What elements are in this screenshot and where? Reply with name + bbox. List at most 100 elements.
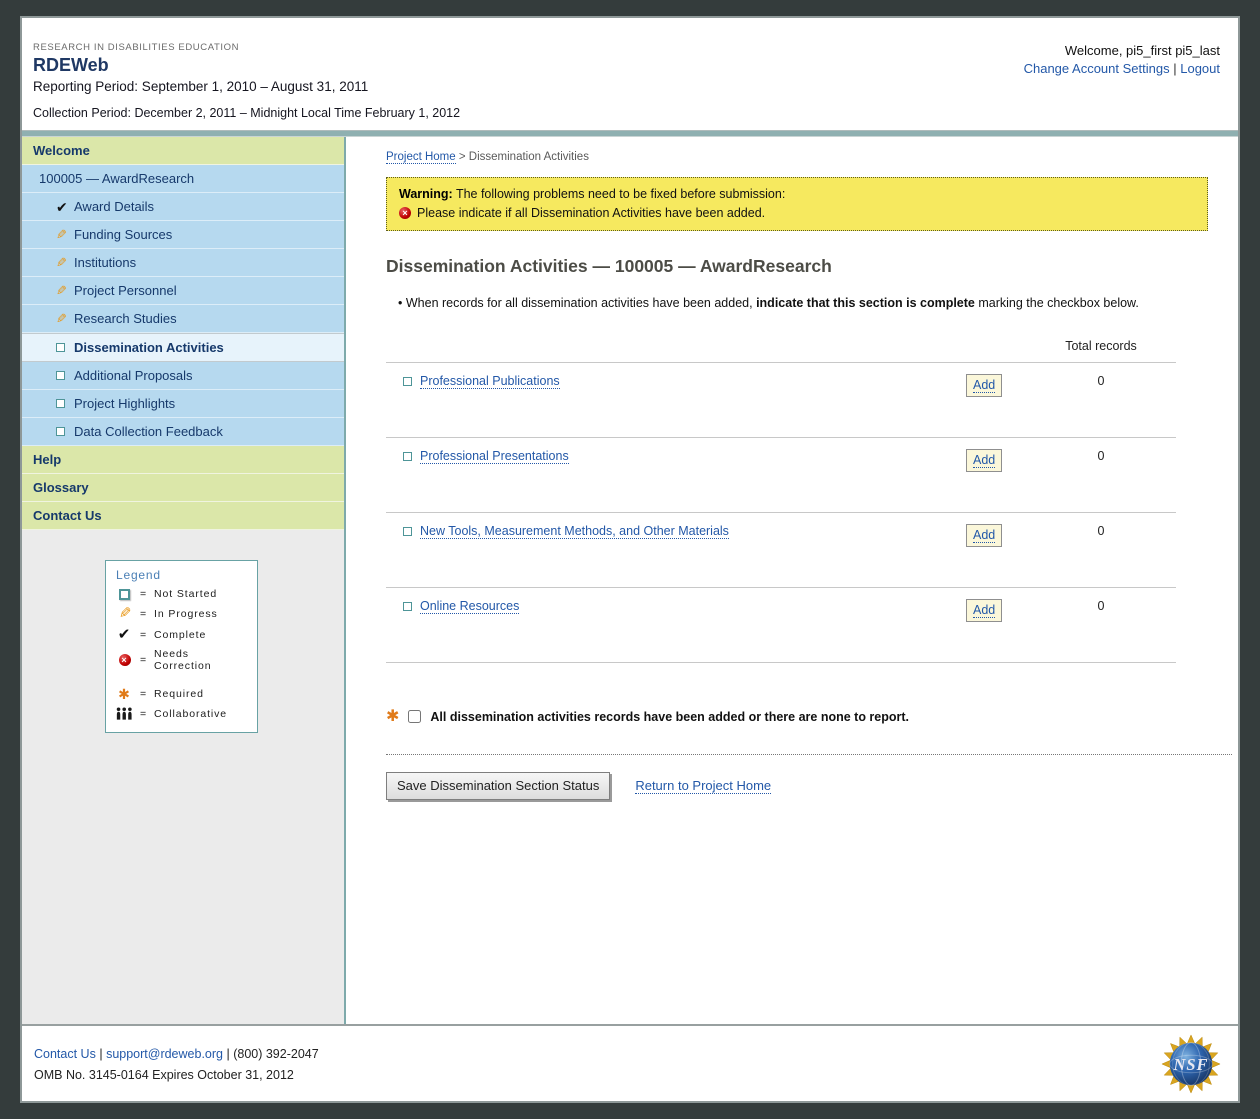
all-records-added-label[interactable]: All dissemination activities records hav…	[430, 710, 909, 724]
in-progress-pencil-icon: ✎	[56, 228, 74, 241]
save-dissemination-status-button[interactable]: Save Dissemination Section Status	[386, 772, 610, 800]
nsf-logo-text: NSF	[1173, 1055, 1209, 1074]
record-count: 0	[1026, 524, 1176, 538]
section-complete-row: ✱ All dissemination activities records h…	[386, 709, 1208, 725]
required-asterisk-icon: ✱	[116, 687, 133, 701]
legend-item-not-started: = Not Started	[116, 588, 249, 600]
table-bottom-border	[386, 662, 1176, 663]
instruction-text: • When records for all dissemination act…	[386, 294, 1196, 313]
new-tools-link[interactable]: New Tools, Measurement Methods, and Othe…	[420, 524, 729, 539]
sidebar-item-institutions[interactable]: ✎ Institutions	[22, 249, 344, 277]
legend-item-needs-correction: × = Needs Correction	[116, 648, 249, 672]
actions-row: Save Dissemination Section Status Return…	[386, 772, 1208, 840]
not-started-square-icon	[116, 589, 133, 600]
collaborative-people-icon	[116, 707, 133, 720]
dotted-separator	[386, 754, 1232, 755]
in-progress-pencil-icon: ✎	[56, 256, 74, 269]
add-new-tools-button[interactable]: Add	[966, 524, 1002, 547]
sidebar-item-research-studies[interactable]: ✎ Research Studies	[22, 305, 344, 333]
not-started-square-icon	[403, 377, 412, 386]
breadcrumb-separator: >	[459, 151, 466, 163]
sidebar-nav: Welcome 100005 — AwardResearch ✔ Award D…	[22, 137, 346, 1024]
sidebar-item-contact-us[interactable]: Contact Us	[22, 502, 344, 530]
footer-separator: |	[226, 1047, 229, 1061]
omb-notice: OMB No. 3145-0164 Expires October 31, 20…	[34, 1068, 1238, 1082]
teal-divider-band	[22, 130, 1238, 137]
warning-box: Warning: The following problems need to …	[386, 177, 1208, 231]
main-content: Project Home > Dissemination Activities …	[346, 137, 1238, 1024]
total-records-header: Total records	[1026, 339, 1176, 353]
breadcrumb: Project Home > Dissemination Activities	[386, 145, 1208, 163]
legend-box: Legend = Not Started ✎ = In Progress ✔ =…	[105, 560, 258, 733]
sidebar-item-additional-proposals[interactable]: Additional Proposals	[22, 362, 344, 390]
sidebar-item-data-collection-feedback[interactable]: Data Collection Feedback	[22, 418, 344, 446]
breadcrumb-current: Dissemination Activities	[469, 151, 589, 163]
legend-item-in-progress: ✎ = In Progress	[116, 606, 249, 621]
reporting-period: Reporting Period: September 1, 2010 – Au…	[33, 79, 1220, 94]
needs-correction-icon: ×	[116, 654, 133, 666]
nsf-logo: NSF	[1160, 1033, 1222, 1095]
sidebar-item-award[interactable]: 100005 — AwardResearch	[22, 165, 344, 193]
page-header: RESEARCH IN DISABILITIES EDUCATION RDEWe…	[22, 18, 1238, 130]
professional-publications-link[interactable]: Professional Publications	[420, 374, 560, 389]
not-started-square-icon	[56, 427, 74, 436]
warning-line1: Warning: The following problems need to …	[399, 187, 1195, 201]
legend-item-required: ✱ = Required	[116, 687, 249, 701]
add-online-resources-button[interactable]: Add	[966, 599, 1002, 622]
in-progress-pencil-icon: ✎	[56, 312, 74, 325]
account-area: Welcome, pi5_first pi5_last Change Accou…	[1024, 43, 1220, 76]
not-started-square-icon	[56, 343, 74, 352]
record-count: 0	[1026, 449, 1176, 463]
legend-item-complete: ✔ = Complete	[116, 627, 249, 642]
footer-email-link[interactable]: support@rdeweb.org	[106, 1047, 223, 1061]
sidebar-item-help[interactable]: Help	[22, 446, 344, 474]
sidebar-item-project-personnel[interactable]: ✎ Project Personnel	[22, 277, 344, 305]
sidebar-item-glossary[interactable]: Glossary	[22, 474, 344, 502]
online-resources-link[interactable]: Online Resources	[420, 599, 519, 614]
sidebar-item-welcome[interactable]: Welcome	[22, 137, 344, 165]
in-progress-pencil-icon: ✎	[56, 284, 74, 297]
activities-table: Total records Professional Publications …	[386, 339, 1176, 663]
legend-title: Legend	[116, 568, 249, 582]
all-records-added-checkbox[interactable]	[408, 710, 421, 723]
in-progress-pencil-icon: ✎	[116, 606, 133, 621]
breadcrumb-project-home-link[interactable]: Project Home	[386, 151, 456, 164]
app-window: RESEARCH IN DISABILITIES EDUCATION RDEWe…	[20, 16, 1240, 1103]
complete-check-icon: ✔	[56, 200, 74, 214]
record-count: 0	[1026, 599, 1176, 613]
required-asterisk-icon: ✱	[386, 709, 399, 725]
professional-presentations-link[interactable]: Professional Presentations	[420, 449, 569, 464]
not-started-square-icon	[56, 371, 74, 380]
footer-contact-us-link[interactable]: Contact Us	[34, 1047, 96, 1061]
table-row-professional-presentations: Professional Presentations Add 0	[386, 437, 1176, 512]
return-to-project-home-link[interactable]: Return to Project Home	[635, 778, 771, 794]
not-started-square-icon	[403, 452, 412, 461]
footer-separator: |	[99, 1047, 102, 1061]
sidebar-item-dissemination-activities[interactable]: Dissemination Activities	[22, 333, 344, 362]
sidebar-item-project-highlights[interactable]: Project Highlights	[22, 390, 344, 418]
sidebar-item-award-details[interactable]: ✔ Award Details	[22, 193, 344, 221]
table-row-online-resources: Online Resources Add 0	[386, 587, 1176, 662]
warning-line2: × Please indicate if all Dissemination A…	[399, 206, 1195, 220]
not-started-square-icon	[56, 399, 74, 408]
page-title: Dissemination Activities — 100005 — Awar…	[386, 256, 1208, 277]
error-icon: ×	[399, 207, 411, 219]
change-account-settings-link[interactable]: Change Account Settings	[1024, 61, 1170, 76]
footer-phone: (800) 392-2047	[233, 1047, 318, 1061]
table-row-professional-publications: Professional Publications Add 0	[386, 362, 1176, 437]
link-separator: |	[1173, 61, 1176, 76]
welcome-user: Welcome, pi5_first pi5_last	[1024, 43, 1220, 58]
not-started-square-icon	[403, 527, 412, 536]
record-count: 0	[1026, 374, 1176, 388]
logout-link[interactable]: Logout	[1180, 61, 1220, 76]
complete-check-icon: ✔	[116, 627, 133, 642]
add-professional-publications-button[interactable]: Add	[966, 374, 1002, 397]
collection-period: Collection Period: December 2, 2011 – Mi…	[33, 106, 1220, 120]
bullet: •	[398, 296, 402, 310]
legend-item-collaborative: = Collaborative	[116, 707, 249, 720]
page-footer: Contact Us | support@rdeweb.org | (800) …	[22, 1024, 1238, 1101]
add-professional-presentations-button[interactable]: Add	[966, 449, 1002, 472]
sidebar-item-funding-sources[interactable]: ✎ Funding Sources	[22, 221, 344, 249]
table-row-new-tools: New Tools, Measurement Methods, and Othe…	[386, 512, 1176, 587]
not-started-square-icon	[403, 602, 412, 611]
